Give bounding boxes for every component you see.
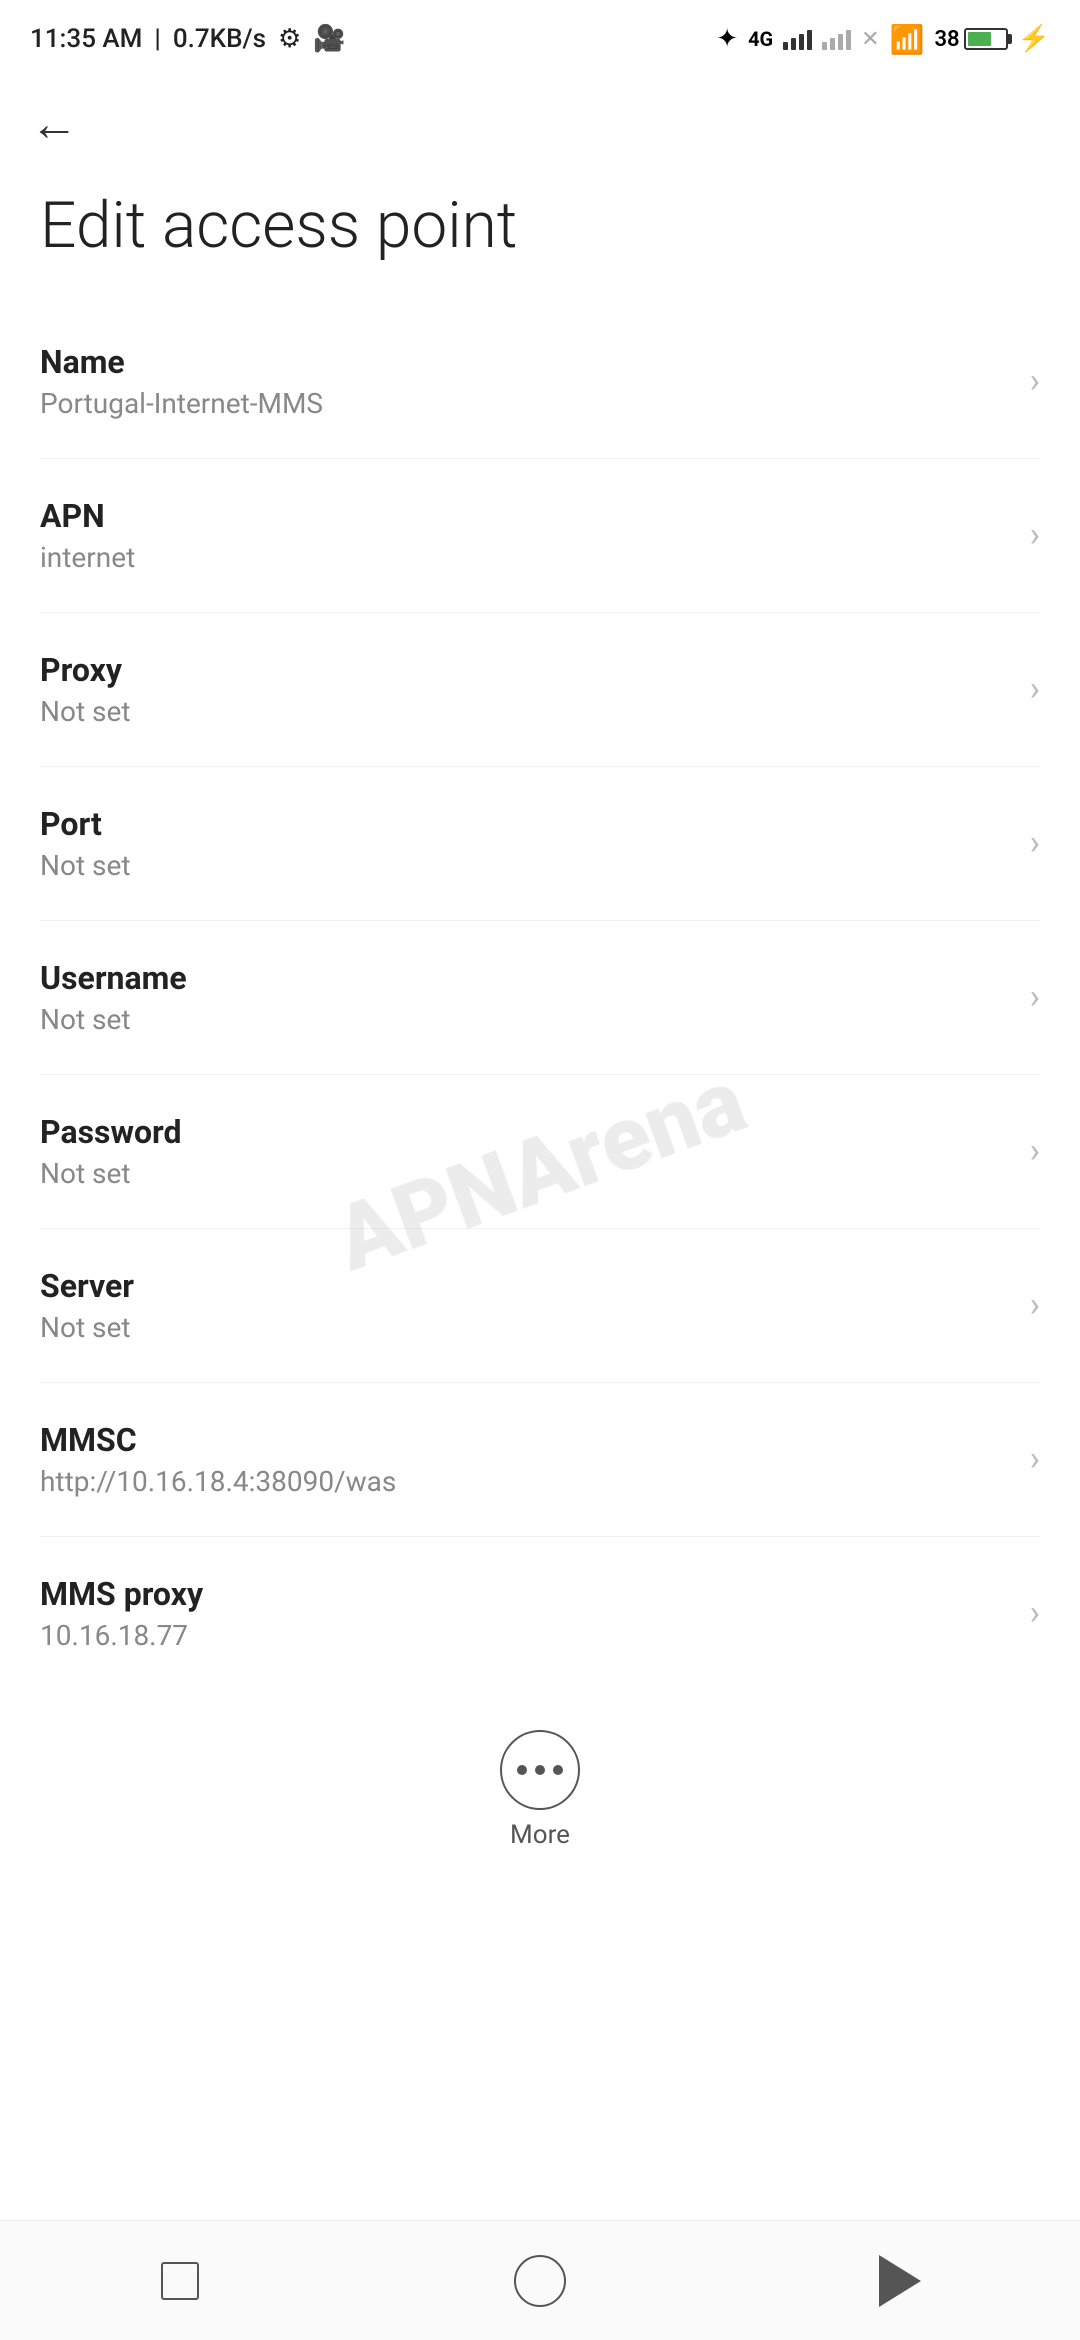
settings-item-proxy[interactable]: Proxy Not set › bbox=[40, 613, 1040, 767]
settings-item-server[interactable]: Server Not set › bbox=[40, 1229, 1040, 1383]
home-button[interactable] bbox=[500, 2241, 580, 2321]
settings-item-name[interactable]: Name Portugal-Internet-MMS › bbox=[40, 305, 1040, 459]
chevron-right-icon: › bbox=[1030, 1285, 1040, 1325]
battery-pct: 38 bbox=[934, 27, 959, 52]
charging-icon: ⚡ bbox=[1018, 24, 1050, 54]
separator: | bbox=[154, 24, 160, 54]
settings-item-username[interactable]: Username Not set › bbox=[40, 921, 1040, 1075]
home-icon bbox=[514, 2255, 566, 2307]
item-label-port: Port bbox=[40, 805, 1010, 843]
recent-apps-button[interactable] bbox=[140, 2241, 220, 2321]
settings-icon: ⚙ bbox=[278, 24, 301, 54]
status-right: ✦ 4G ✕ 📶 38 ⚡ bbox=[716, 23, 1050, 56]
item-value-mms-proxy: 10.16.18.77 bbox=[40, 1619, 1010, 1652]
recent-apps-icon bbox=[161, 2262, 199, 2300]
settings-item-apn[interactable]: APN internet › bbox=[40, 459, 1040, 613]
chevron-right-icon: › bbox=[1030, 823, 1040, 863]
item-value-apn: internet bbox=[40, 541, 1010, 574]
time-display: 11:35 AM bbox=[30, 24, 142, 54]
chevron-right-icon: › bbox=[1030, 515, 1040, 555]
item-label-server: Server bbox=[40, 1267, 1010, 1305]
status-left: 11:35 AM | 0.7KB/s ⚙ 🎥 bbox=[30, 24, 346, 54]
top-nav: ← bbox=[0, 70, 1080, 168]
item-value-mmsc: http://10.16.18.4:38090/was bbox=[40, 1465, 1010, 1498]
chevron-right-icon: › bbox=[1030, 361, 1040, 401]
item-value-server: Not set bbox=[40, 1311, 1010, 1344]
item-label-name: Name bbox=[40, 343, 1010, 381]
chevron-right-icon: › bbox=[1030, 977, 1040, 1017]
more-button[interactable]: More bbox=[0, 1690, 1080, 1880]
more-label: More bbox=[510, 1820, 570, 1850]
settings-item-mms-proxy[interactable]: MMS proxy 10.16.18.77 › bbox=[40, 1537, 1040, 1690]
signal-bars-1 bbox=[783, 28, 812, 50]
item-label-mms-proxy: MMS proxy bbox=[40, 1575, 1010, 1613]
item-label-proxy: Proxy bbox=[40, 651, 1010, 689]
item-label-password: Password bbox=[40, 1113, 1010, 1151]
chevron-right-icon: › bbox=[1030, 1131, 1040, 1171]
settings-item-mmsc[interactable]: MMSC http://10.16.18.4:38090/was › bbox=[40, 1383, 1040, 1537]
no-signal-icon: ✕ bbox=[861, 27, 879, 52]
speed-display: 0.7KB/s bbox=[173, 24, 266, 54]
item-label-username: Username bbox=[40, 959, 1010, 997]
item-value-username: Not set bbox=[40, 1003, 1010, 1036]
item-value-proxy: Not set bbox=[40, 695, 1010, 728]
camera-icon: 🎥 bbox=[313, 24, 345, 54]
settings-item-port[interactable]: Port Not set › bbox=[40, 767, 1040, 921]
dot-2 bbox=[535, 1765, 545, 1775]
settings-list: Name Portugal-Internet-MMS › APN interne… bbox=[0, 305, 1080, 1690]
item-value-port: Not set bbox=[40, 849, 1010, 882]
status-bar: 11:35 AM | 0.7KB/s ⚙ 🎥 ✦ 4G ✕ 📶 38 ⚡ bbox=[0, 0, 1080, 70]
bottom-nav bbox=[0, 2220, 1080, 2340]
bluetooth-icon: ✦ bbox=[716, 24, 738, 54]
more-circle-icon bbox=[500, 1730, 580, 1810]
page-title: Edit access point bbox=[0, 168, 1080, 305]
item-value-name: Portugal-Internet-MMS bbox=[40, 387, 1010, 420]
item-label-mmsc: MMSC bbox=[40, 1421, 1010, 1459]
dot-3 bbox=[553, 1765, 563, 1775]
back-nav-icon bbox=[879, 2255, 921, 2307]
signal-bars-2 bbox=[822, 28, 851, 50]
item-label-apn: APN bbox=[40, 497, 1010, 535]
wifi-icon: 📶 bbox=[890, 23, 925, 56]
network-4g-label: 4G bbox=[748, 27, 773, 51]
chevron-right-icon: › bbox=[1030, 669, 1040, 709]
battery-indicator: 38 bbox=[934, 27, 1007, 52]
dot-1 bbox=[517, 1765, 527, 1775]
item-value-password: Not set bbox=[40, 1157, 1010, 1190]
back-button[interactable]: ← bbox=[30, 100, 78, 148]
settings-item-password[interactable]: Password Not set › bbox=[40, 1075, 1040, 1229]
back-nav-button[interactable] bbox=[860, 2241, 940, 2321]
chevron-right-icon: › bbox=[1030, 1593, 1040, 1633]
chevron-right-icon: › bbox=[1030, 1439, 1040, 1479]
